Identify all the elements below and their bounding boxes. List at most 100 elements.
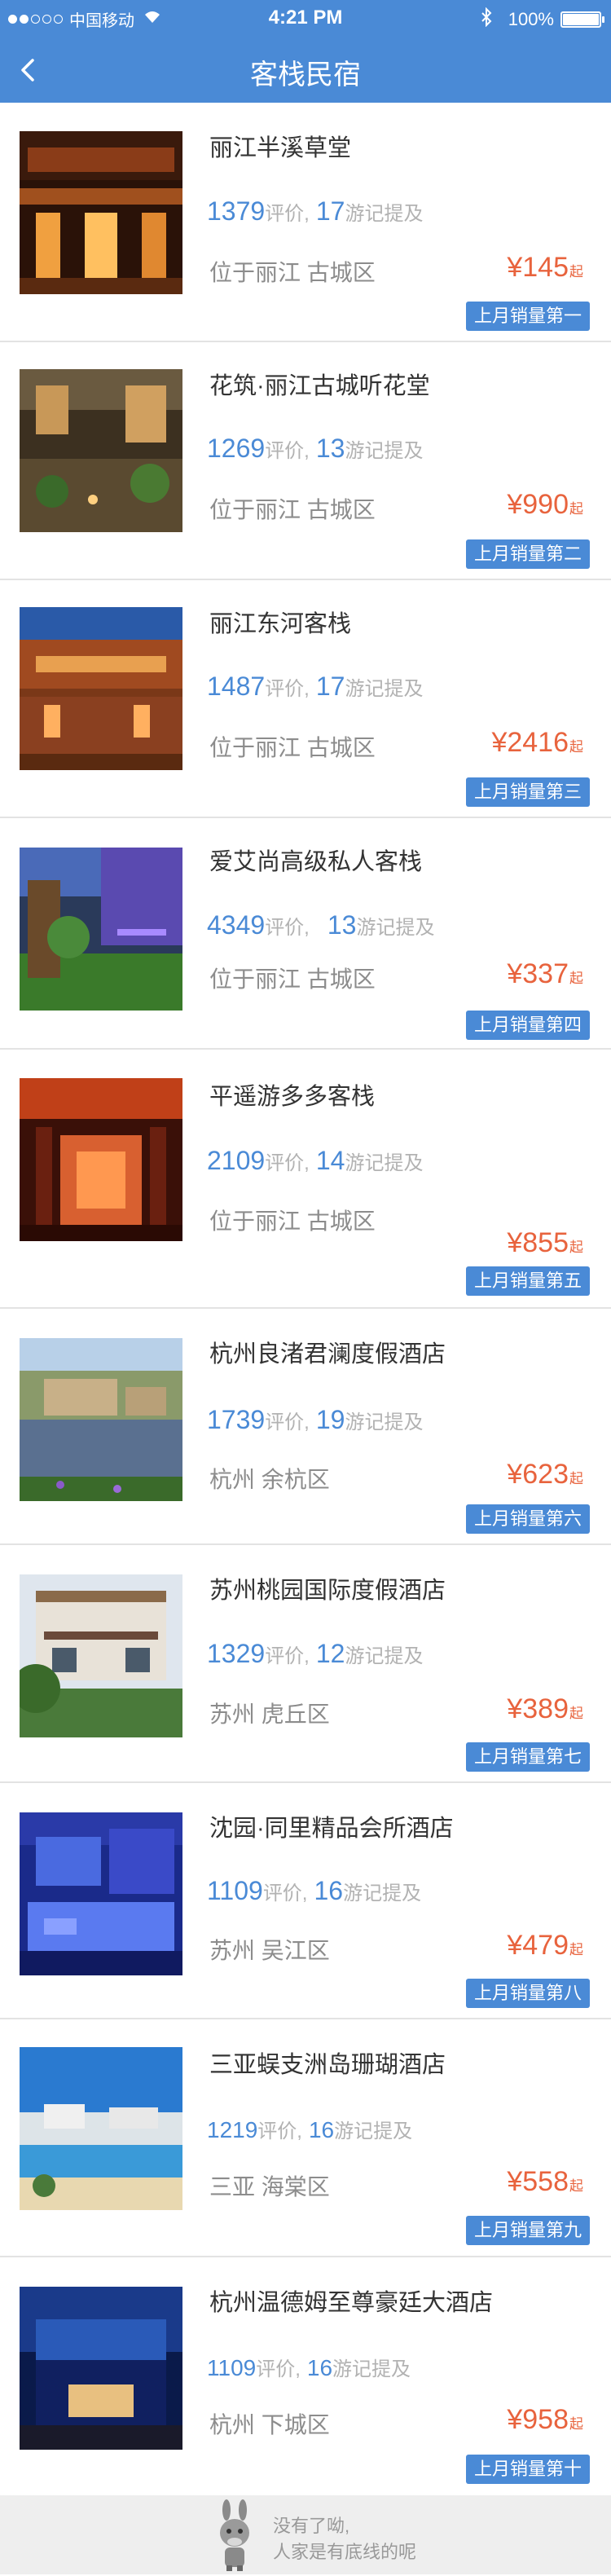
- hotel-thumbnail: [20, 2047, 182, 2210]
- hotel-name: 沈园·同里精品会所酒店: [209, 1816, 454, 1842]
- price-amount: ¥337: [507, 958, 569, 989]
- hotel-thumbnail: [20, 848, 182, 1011]
- list-item[interactable]: 苏州桃园国际度假酒店 1329评价, 12游记提及 苏州 虎丘区 ¥389起 上月…: [0, 1545, 611, 1783]
- review-label: 评价,: [262, 1882, 308, 1904]
- notes-label: 游记提及: [345, 678, 424, 700]
- hotel-price: ¥145起: [507, 252, 583, 284]
- notes-count: 14: [315, 1146, 345, 1175]
- hotel-thumbnail: [20, 1574, 182, 1737]
- hotel-stats: 1109评价, 16游记提及: [207, 2353, 411, 2381]
- review-count: 4349: [207, 910, 266, 940]
- hotel-name: 苏州桃园国际度假酒店: [209, 1578, 446, 1604]
- status-bar: 中国移动 4:21 PM 100%: [0, 0, 611, 37]
- review-label: 评价,: [265, 678, 310, 700]
- list-item[interactable]: 丽江半溪草堂 1379评价, 17游记提及 位于丽江 古城区 ¥145起 上月销量…: [0, 103, 611, 342]
- notes-label: 游记提及: [345, 1645, 424, 1667]
- hotel-location: 苏州 虎丘区: [209, 1702, 330, 1727]
- hotel-price: ¥990起: [507, 489, 583, 521]
- review-label: 评价,: [265, 1152, 310, 1174]
- review-label: 评价,: [265, 440, 310, 462]
- hotel-thumbnail: [20, 1078, 182, 1241]
- list-end-footer: 没有了呦, 人家是有底线的呢: [0, 2495, 611, 2574]
- review-label: 评价,: [265, 203, 310, 225]
- notes-label: 游记提及: [343, 1882, 422, 1904]
- price-amount: ¥623: [507, 1459, 569, 1490]
- notes-count: 17: [315, 196, 345, 226]
- hotel-price: ¥337起: [507, 958, 583, 990]
- review-count: 1109: [207, 1876, 263, 1905]
- notes-count: 19: [315, 1405, 345, 1434]
- price-amount: ¥479: [507, 1930, 569, 1961]
- hotel-location: 位于丽江 古城区: [209, 735, 376, 760]
- review-label: 评价,: [265, 917, 310, 939]
- hotel-stats: 1739评价, 19游记提及: [207, 1405, 423, 1435]
- hotel-name: 杭州良渚君澜度假酒店: [209, 1341, 446, 1367]
- hotel-stats: 1329评价, 12游记提及: [207, 1639, 423, 1669]
- price-suffix: 起: [569, 1706, 583, 1721]
- review-count: 1269: [207, 434, 266, 463]
- sales-rank-badge: 上月销量第四: [465, 1011, 590, 1040]
- hotel-location: 杭州 余杭区: [209, 1467, 330, 1492]
- notes-count: 16: [314, 1876, 344, 1905]
- hotel-price: ¥2416起: [491, 727, 583, 759]
- hotel-thumbnail: [20, 369, 182, 532]
- review-count: 1329: [207, 1639, 266, 1668]
- notes-label: 游记提及: [345, 1152, 424, 1174]
- hotel-list: 丽江半溪草堂 1379评价, 17游记提及 位于丽江 古城区 ¥145起 上月销量…: [0, 103, 611, 2495]
- review-count: 1109: [207, 2355, 257, 2380]
- hotel-stats: 1219评价, 16游记提及: [207, 2115, 412, 2143]
- footer-line-1: 没有了呦,: [273, 2516, 350, 2536]
- review-count: 1379: [207, 196, 266, 226]
- list-item[interactable]: 三亚蜈支洲岛珊瑚酒店 1219评价, 16游记提及 三亚 海棠区 ¥558起 上月…: [0, 2019, 611, 2257]
- price-suffix: 起: [569, 971, 583, 986]
- hotel-thumbnail: [20, 131, 182, 294]
- hotel-location: 位于丽江 古城区: [209, 260, 376, 285]
- list-item[interactable]: 平遥游多多客栈 2109评价, 14游记提及 位于丽江 古城区 ¥855起 上月销…: [0, 1050, 611, 1309]
- list-item[interactable]: 沈园·同里精品会所酒店 1109评价, 16游记提及 苏州 吴江区 ¥479起 上…: [0, 1783, 611, 2019]
- sales-rank-badge: 上月销量第十: [465, 2455, 590, 2484]
- battery-icon: [560, 11, 604, 28]
- nav-bar: 客栈民宿: [0, 37, 611, 103]
- price-amount: ¥389: [507, 1693, 569, 1724]
- list-item[interactable]: 丽江东河客栈 1487评价, 17游记提及 位于丽江 古城区 ¥2416起 上月销…: [0, 580, 611, 818]
- list-item[interactable]: 花筑·丽江古城听花堂 1269评价, 13游记提及 位于丽江 古城区 ¥990起 …: [0, 342, 611, 580]
- price-amount: ¥958: [507, 2404, 569, 2435]
- sales-rank-badge: 上月销量第六: [465, 1504, 590, 1534]
- list-item[interactable]: 杭州良渚君澜度假酒店 1739评价, 19游记提及 杭州 余杭区 ¥623起 上月…: [0, 1309, 611, 1545]
- hotel-name: 丽江半溪草堂: [209, 135, 352, 161]
- notes-label: 游记提及: [345, 1411, 424, 1433]
- battery-percent: 100%: [508, 9, 554, 29]
- hotel-stats: 1379评价, 17游记提及: [207, 196, 423, 227]
- notes-count: 17: [315, 672, 345, 701]
- notes-count: 13: [327, 910, 357, 940]
- list-item[interactable]: 杭州温德姆至尊豪廷大酒店 1109评价, 16游记提及 杭州 下城区 ¥958起 …: [0, 2257, 611, 2495]
- price-amount: ¥2416: [491, 727, 569, 758]
- notes-label: 游记提及: [345, 440, 424, 462]
- hotel-thumbnail: [20, 1338, 182, 1501]
- sales-rank-badge: 上月销量第一: [465, 302, 590, 331]
- sales-rank-badge: 上月销量第二: [465, 539, 590, 569]
- sales-rank-badge: 上月销量第七: [465, 1742, 590, 1772]
- review-count: 1487: [207, 672, 266, 701]
- hotel-thumbnail: [20, 607, 182, 770]
- hotel-location: 三亚 海棠区: [209, 2174, 330, 2200]
- review-label: 评价,: [265, 1411, 310, 1433]
- hotel-location: 苏州 吴江区: [209, 1938, 330, 1963]
- hotel-price: ¥623起: [507, 1459, 583, 1491]
- hotel-location: 位于丽江 古城区: [209, 1209, 376, 1234]
- hotel-name: 花筑·丽江古城听花堂: [209, 373, 430, 399]
- hotel-price: ¥958起: [507, 2404, 583, 2436]
- notes-count: 16: [306, 2355, 333, 2380]
- price-suffix: 起: [569, 739, 583, 755]
- price-amount: ¥990: [507, 489, 569, 520]
- hotel-location: 位于丽江 古城区: [209, 967, 376, 992]
- hotel-stats: 4349评价, 13游记提及: [207, 910, 434, 940]
- list-item[interactable]: 爱艾尚高级私人客栈 4349评价, 13游记提及 位于丽江 古城区 ¥337起 上…: [0, 818, 611, 1050]
- review-label: 评价,: [257, 2120, 302, 2142]
- page-title: 客栈民宿: [250, 59, 361, 90]
- notes-label: 游记提及: [332, 2358, 411, 2380]
- hotel-name: 丽江东河客栈: [209, 611, 352, 637]
- notes-label: 游记提及: [356, 917, 435, 939]
- hotel-price: ¥479起: [507, 1930, 583, 1962]
- hotel-name: 爱艾尚高级私人客栈: [209, 849, 423, 875]
